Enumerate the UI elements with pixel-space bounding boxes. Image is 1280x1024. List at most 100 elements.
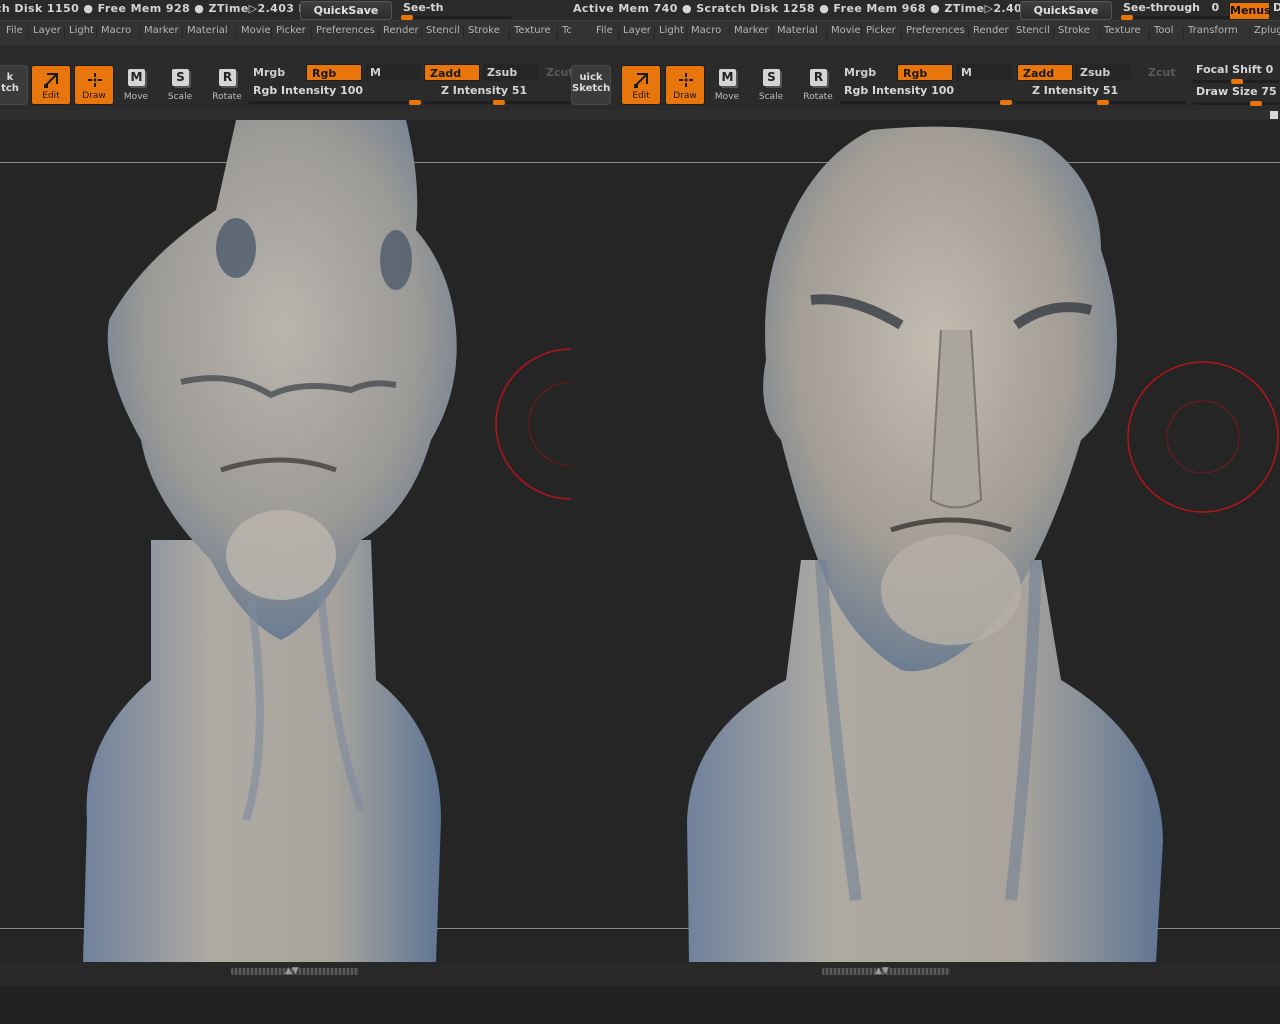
quick-sketch-button[interactable]: uick Sketch [571, 65, 611, 105]
move-button[interactable]: M Move [707, 65, 747, 105]
menu-separator [1249, 27, 1250, 39]
menu-light[interactable]: Light [659, 25, 684, 36]
menu-render[interactable]: Render [973, 25, 1009, 36]
rotate-label: Rotate [212, 92, 242, 102]
menu-macro[interactable]: Macro [691, 25, 721, 36]
draw-icon [679, 73, 693, 87]
document-canvas[interactable] [0, 120, 571, 962]
rgb-intensity-slider[interactable] [249, 100, 421, 105]
menu-material[interactable]: Material [777, 25, 818, 36]
tool-shelf: uick Sketch Edit Draw M Move S Scale R R… [571, 45, 1280, 111]
menu-light[interactable]: Light [69, 25, 94, 36]
rotate-button[interactable]: R Rotate [798, 65, 838, 105]
menu-bar: File Layer Light Macro Marker Material Movie Pi… [0, 20, 571, 46]
zcut-toggle[interactable]: Zcut [541, 64, 571, 81]
menu-marker[interactable]: Marker [144, 25, 179, 36]
menu-separator [826, 27, 827, 39]
rgb-toggle[interactable]: Rgb [897, 64, 953, 81]
zadd-toggle[interactable]: Zadd [1017, 64, 1073, 81]
move-button[interactable]: M Move [116, 65, 156, 105]
memory-status-text: tive Mem 813 ● Scratch Disk 1150 ● Free … [0, 2, 319, 15]
menu-material[interactable]: Material [187, 25, 228, 36]
menu-separator [311, 27, 312, 39]
menu-zplugi[interactable]: Zplugi [1254, 25, 1280, 36]
menu-preferences[interactable]: Preferences [906, 25, 965, 36]
z-intensity-knob[interactable] [493, 100, 506, 105]
edit-button[interactable]: Edit [621, 65, 661, 105]
menu-separator [618, 27, 619, 39]
rgb-intensity-knob[interactable] [409, 100, 421, 105]
menu-texture[interactable]: Texture [1104, 25, 1141, 36]
edit-label: Edit [42, 91, 60, 101]
see-through-slider[interactable] [1121, 15, 1231, 20]
see-through-slider[interactable] [401, 15, 511, 20]
menu-layer[interactable]: Layer [623, 25, 651, 36]
z-intensity-knob[interactable] [1096, 100, 1109, 105]
edit-button[interactable]: Edit [31, 65, 71, 105]
draw-size-slider[interactable] [1193, 101, 1280, 106]
menu-macro[interactable]: Macro [101, 25, 131, 36]
footer-area [571, 986, 1280, 1024]
focal-shift-knob[interactable] [1231, 79, 1243, 84]
menu-stroke[interactable]: Stroke [1058, 25, 1090, 36]
zcut-toggle[interactable]: Zcut [1143, 64, 1183, 81]
left-zbrush-window: tive Mem 813 ● Scratch Disk 1150 ● Free … [0, 0, 571, 1024]
rotate-label: Rotate [803, 92, 833, 102]
mrgb-toggle[interactable]: Mrgb [839, 64, 894, 81]
menu-stroke[interactable]: Stroke [468, 25, 500, 36]
quicksave-button[interactable]: QuickSave [1020, 1, 1112, 20]
draw-button[interactable]: Draw [665, 65, 705, 105]
menu-layer[interactable]: Layer [33, 25, 61, 36]
menu-file[interactable]: File [596, 25, 613, 36]
zadd-toggle[interactable]: Zadd [424, 64, 480, 81]
expand-arrows-icon[interactable]: ▲▼ [285, 966, 299, 976]
menu-stencil[interactable]: Stencil [1016, 25, 1050, 36]
rgb-intensity-knob[interactable] [1000, 100, 1012, 105]
menu-separator [1053, 27, 1054, 39]
m-toggle[interactable]: M [365, 64, 421, 81]
menu-separator [861, 27, 862, 39]
quick-sketch-button[interactable]: k tch [0, 65, 28, 105]
scale-label: Scale [167, 92, 193, 102]
expand-arrows-icon[interactable]: ▲▼ [875, 966, 889, 976]
document-canvas[interactable] [571, 120, 1280, 962]
m-toggle[interactable]: M [956, 64, 1012, 81]
edit-icon [634, 73, 648, 88]
z-intensity-slider[interactable] [425, 100, 571, 105]
z-intensity-slider[interactable] [1016, 100, 1186, 105]
see-through-label: See-through 0 [1123, 0, 1219, 16]
menu-file[interactable]: File [6, 25, 23, 36]
scroll-corner-handle[interactable] [1270, 111, 1278, 119]
zsub-toggle[interactable]: Zsub [1075, 64, 1131, 81]
draw-size-knob[interactable] [1250, 101, 1262, 106]
menu-marker[interactable]: Marker [734, 25, 769, 36]
menu-movie[interactable]: Movie [831, 25, 861, 36]
rgb-intensity-label: Rgb Intensity 100 [253, 84, 364, 97]
rgb-toggle[interactable]: Rgb [306, 64, 362, 81]
menu-tool[interactable]: Tool [1154, 25, 1173, 36]
menu-movie[interactable]: Movie [241, 25, 271, 36]
quicksave-button[interactable]: QuickSave [300, 1, 392, 20]
menu-picker[interactable]: Picker [276, 25, 306, 36]
menu-separator [686, 27, 687, 39]
menu-render[interactable]: Render [383, 25, 419, 36]
draw-button[interactable]: Draw [74, 65, 114, 105]
menu-tcdit[interactable]: Tcdit [562, 25, 571, 36]
status-bar: Active Mem 740 ● Scratch Disk 1258 ● Fre… [571, 0, 1280, 20]
menu-preferences[interactable]: Preferences [316, 25, 375, 36]
rgb-intensity-slider[interactable] [840, 100, 1012, 105]
scale-button[interactable]: S Scale [160, 65, 200, 105]
scale-button[interactable]: S Scale [751, 65, 791, 105]
menu-transform[interactable]: Transform [1188, 25, 1238, 36]
default-ui-button[interactable]: D [1273, 1, 1280, 14]
rotate-button[interactable]: R Rotate [207, 65, 247, 105]
menu-stencil[interactable]: Stencil [426, 25, 460, 36]
mrgb-toggle[interactable]: Mrgb [248, 64, 303, 81]
menu-picker[interactable]: Picker [866, 25, 896, 36]
menus-button[interactable]: Menus [1229, 2, 1271, 20]
menu-bar: File Layer Light Macro Marker Material Movie Pi… [571, 20, 1280, 46]
menu-texture[interactable]: Texture [514, 25, 551, 36]
focal-shift-slider[interactable] [1193, 79, 1280, 84]
zsub-toggle[interactable]: Zsub [482, 64, 538, 81]
menu-separator [1149, 27, 1150, 39]
